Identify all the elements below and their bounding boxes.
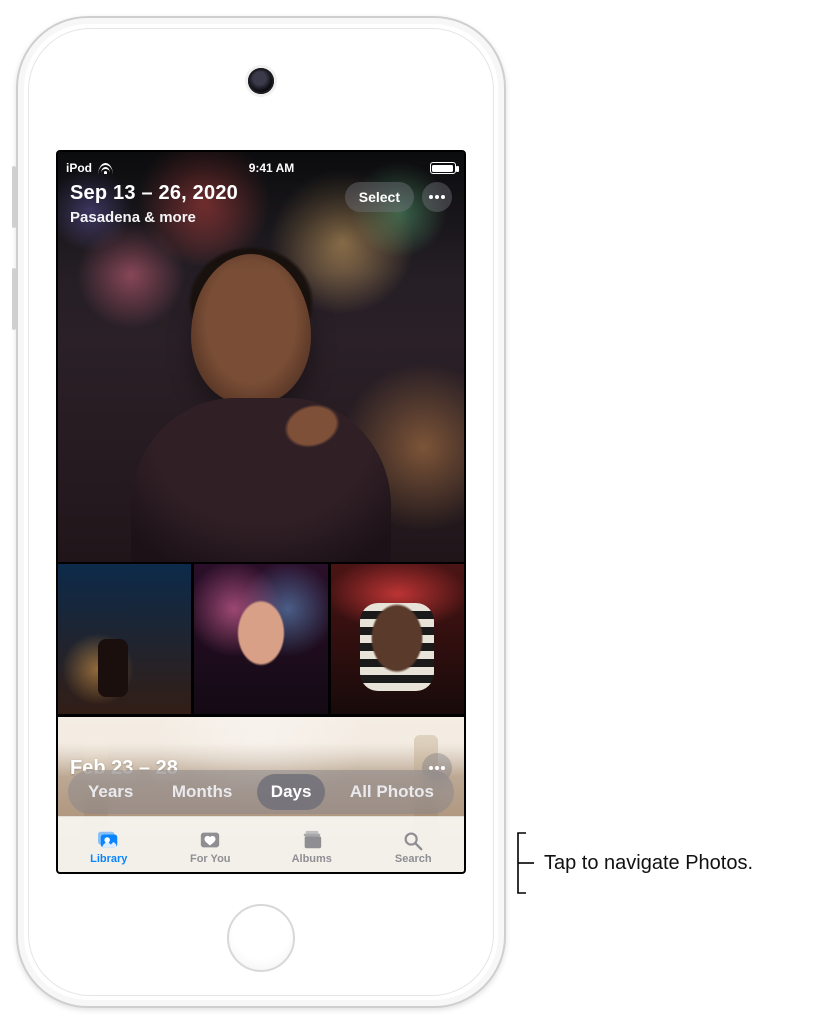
albums-icon — [299, 829, 325, 851]
status-time: 9:41 AM — [249, 161, 295, 175]
search-icon — [400, 829, 426, 851]
status-bar: iPod 9:41 AM — [58, 156, 464, 180]
segment-years[interactable]: Years — [74, 774, 147, 810]
tab-albums-label: Albums — [292, 853, 332, 865]
segment-days[interactable]: Days — [257, 774, 326, 810]
thumbnail-1[interactable] — [58, 564, 191, 714]
thumbnail-3[interactable] — [331, 564, 464, 714]
hero-figure — [141, 242, 381, 542]
thumbnail-2[interactable] — [194, 564, 327, 714]
wifi-icon — [98, 163, 113, 174]
tab-albums[interactable]: Albums — [261, 817, 363, 872]
screen: iPod 9:41 AM Sep 13 – 26, 2020 Pa — [56, 150, 466, 874]
ellipsis-icon — [429, 195, 445, 199]
home-button[interactable] — [227, 904, 295, 972]
segment-months[interactable]: Months — [158, 774, 246, 810]
tab-bar: Library For You — [58, 816, 464, 872]
select-button[interactable]: Select — [345, 182, 414, 212]
volume-up-button — [12, 166, 16, 228]
more-button[interactable] — [422, 182, 452, 212]
tab-search[interactable]: Search — [363, 817, 465, 872]
callout: Tap to navigate Photos. — [516, 832, 753, 894]
app-content: iPod 9:41 AM Sep 13 – 26, 2020 Pa — [58, 152, 464, 872]
callout-bracket — [516, 832, 534, 894]
library-icon — [96, 829, 122, 851]
memory-section-1[interactable]: iPod 9:41 AM Sep 13 – 26, 2020 Pa — [58, 152, 464, 562]
tab-search-label: Search — [395, 853, 432, 865]
battery-icon — [430, 162, 456, 174]
section-1-titles[interactable]: Sep 13 – 26, 2020 Pasadena & more — [70, 182, 238, 226]
section-1-date: Sep 13 – 26, 2020 — [70, 182, 238, 205]
section-1-header: Sep 13 – 26, 2020 Pasadena & more Select — [70, 182, 452, 226]
status-device-label: iPod — [66, 161, 92, 175]
device-frame: iPod 9:41 AM Sep 13 – 26, 2020 Pa — [16, 16, 506, 1008]
section-1-location: Pasadena & more — [70, 209, 238, 226]
for-you-icon — [197, 829, 223, 851]
tab-for-you-label: For You — [190, 853, 231, 865]
view-switcher[interactable]: Years Months Days All Photos — [68, 770, 454, 814]
tab-for-you[interactable]: For You — [160, 817, 262, 872]
tab-library[interactable]: Library — [58, 817, 160, 872]
memory-section-2[interactable]: Feb 23 – 28 Years — [58, 717, 464, 872]
segment-all-photos[interactable]: All Photos — [336, 774, 448, 810]
tab-library-label: Library — [90, 853, 127, 865]
thumbnail-row — [58, 564, 464, 714]
volume-down-button — [12, 268, 16, 330]
front-camera — [248, 68, 274, 94]
library-scroll[interactable]: iPod 9:41 AM Sep 13 – 26, 2020 Pa — [58, 152, 464, 872]
stage: iPod 9:41 AM Sep 13 – 26, 2020 Pa — [0, 0, 827, 1032]
callout-text: Tap to navigate Photos. — [544, 852, 753, 875]
